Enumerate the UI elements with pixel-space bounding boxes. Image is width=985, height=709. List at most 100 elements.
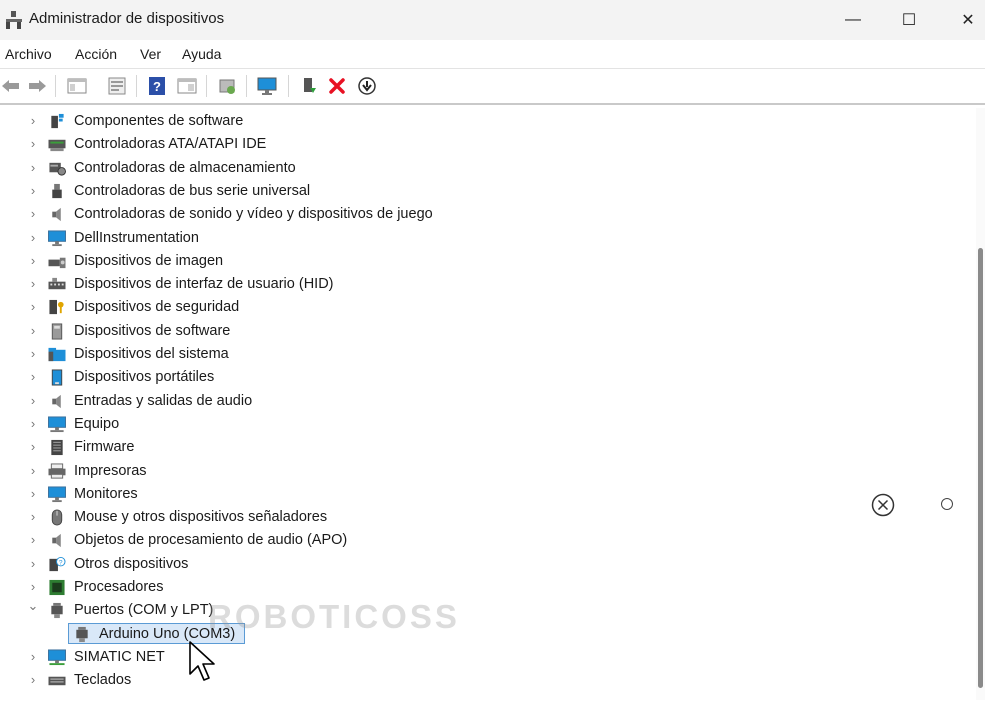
tree-item-label: Otros dispositivos: [74, 555, 189, 572]
speaker-icon: [52, 208, 61, 222]
tree-category-item[interactable]: › Componentes de software: [0, 110, 700, 133]
tree-item-label: Controladoras ATA/ATAPI IDE: [74, 136, 267, 153]
circle-outline-icon[interactable]: [941, 498, 953, 510]
title-bar: Administrador de dispositivos — ☐ ✕: [0, 0, 985, 40]
vertical-scrollbar[interactable]: [976, 108, 985, 700]
tree-item-label: Entradas y salidas de audio: [74, 392, 253, 409]
chevron-right-icon[interactable]: ›: [27, 415, 39, 433]
tree-item-label: Controladoras de bus serie universal: [74, 182, 311, 199]
network-icon: [48, 649, 66, 665]
toolbar-separator: [206, 75, 207, 97]
uninstall-icon[interactable]: [326, 75, 348, 97]
menu-ver[interactable]: Ver: [140, 46, 161, 62]
chevron-right-icon[interactable]: ›: [27, 135, 39, 153]
tree-category-item[interactable]: › Dispositivos de interfaz de usuario (HI…: [0, 273, 700, 296]
tree-category-item[interactable]: › Controladoras ATA/ATAPI IDE: [0, 133, 700, 156]
monitor-icon: [48, 229, 66, 246]
tree-category-item[interactable]: › Equipo: [0, 413, 700, 436]
scan-hardware-icon[interactable]: [216, 75, 238, 97]
view-icon[interactable]: [176, 75, 198, 97]
toolbar-separator: [136, 75, 137, 97]
tree-item-label: Controladoras de sonido y vídeo y dispos…: [74, 206, 433, 223]
chevron-right-icon[interactable]: ›: [27, 555, 39, 573]
tree-category-item[interactable]: › Monitores: [0, 483, 700, 506]
chevron-right-icon[interactable]: ›: [27, 229, 39, 247]
tree-item-label: Puertos (COM y LPT): [74, 602, 214, 619]
tree-category-item[interactable]: › Objetos de procesamiento de audio (APO): [0, 529, 700, 552]
tree-item-label: Objetos de procesamiento de audio (APO): [74, 532, 348, 549]
tree-category-item[interactable]: › Procesadores: [0, 576, 700, 599]
properties-icon[interactable]: [106, 75, 128, 97]
tree-category-item[interactable]: › Teclados: [0, 669, 700, 692]
tree-item-label: DellInstrumentation: [74, 229, 199, 246]
tree-category-item[interactable]: › Dispositivos de imagen: [0, 250, 700, 273]
camera-icon: [48, 257, 66, 268]
port-icon: [76, 626, 88, 642]
window-title: Administrador de dispositivos: [29, 10, 225, 27]
chevron-right-icon[interactable]: ›: [27, 392, 39, 410]
firmware-icon: [51, 440, 63, 456]
chevron-right-icon[interactable]: ›: [27, 531, 39, 549]
close-button[interactable]: ✕: [939, 0, 985, 40]
software-components-icon: [51, 113, 64, 129]
chevron-right-icon[interactable]: ›: [27, 322, 39, 340]
chevron-right-icon[interactable]: ›: [27, 578, 39, 596]
tree-item-label: Firmware: [74, 439, 135, 456]
chevron-right-icon[interactable]: ›: [27, 485, 39, 503]
add-driver-icon[interactable]: [298, 75, 320, 97]
chevron-right-icon[interactable]: ›: [27, 205, 39, 223]
maximize-button[interactable]: ☐: [880, 0, 938, 40]
svg-text:?: ?: [59, 559, 63, 566]
circle-close-icon[interactable]: [871, 493, 895, 517]
tree-category-item[interactable]: › Dispositivos de seguridad: [0, 296, 700, 319]
chevron-right-icon[interactable]: ›: [27, 252, 39, 270]
scrollbar-thumb[interactable]: [978, 248, 983, 688]
tree-category-item[interactable]: › Dispositivos del sistema: [0, 343, 700, 366]
help-icon[interactable]: ?: [146, 75, 168, 97]
chevron-right-icon[interactable]: ›: [27, 438, 39, 456]
computer-icon: [48, 416, 66, 432]
chevron-right-icon[interactable]: ›: [27, 368, 39, 386]
chevron-right-icon[interactable]: ›: [27, 275, 39, 293]
minimize-button[interactable]: —: [824, 0, 882, 40]
tree-category-item[interactable]: › Mouse y otros dispositivos señaladores: [0, 506, 700, 529]
tree-item-label: Componentes de software: [74, 113, 244, 129]
chevron-right-icon[interactable]: ›: [27, 508, 39, 526]
tree-category-item[interactable]: › Firmware: [0, 436, 700, 459]
chevron-right-icon[interactable]: ›: [27, 648, 39, 666]
console-tree-icon[interactable]: [66, 75, 88, 97]
toolbar-separator: [246, 75, 247, 97]
software-device-icon: [51, 323, 63, 340]
menu-archivo[interactable]: Archivo: [5, 46, 52, 62]
forward-icon[interactable]: [26, 75, 48, 97]
chevron-right-icon[interactable]: ›: [27, 159, 39, 177]
disable-icon[interactable]: [356, 75, 378, 97]
chevron-right-icon[interactable]: ›: [27, 298, 39, 316]
chevron-down-icon[interactable]: ⌄: [27, 597, 39, 615]
menu-bar: Archivo Acción Ver Ayuda: [0, 40, 985, 69]
processor-icon: [49, 579, 65, 596]
tree-category-item[interactable]: › SIMATIC NET: [0, 646, 700, 669]
menu-accion[interactable]: Acción: [75, 46, 117, 62]
tree-item-label: Dispositivos de interfaz de usuario (HID…: [74, 276, 334, 293]
menu-ayuda[interactable]: Ayuda: [182, 46, 221, 62]
tree-item-label: Teclados: [74, 672, 132, 689]
tree-category-item[interactable]: › Dispositivos de software: [0, 320, 700, 343]
monitor-icon[interactable]: [256, 75, 278, 97]
tree-category-item[interactable]: › Dispositivos portátiles: [0, 366, 700, 389]
chevron-right-icon[interactable]: ›: [27, 112, 39, 130]
back-icon[interactable]: [0, 75, 22, 97]
tree-category-item[interactable]: › Controladoras de almacenamiento: [0, 157, 700, 180]
chevron-right-icon[interactable]: ›: [27, 462, 39, 480]
tree-category-item[interactable]: › Entradas y salidas de audio: [0, 390, 700, 413]
tree-category-item[interactable]: › DellInstrumentation: [0, 227, 700, 250]
chevron-right-icon[interactable]: ›: [27, 671, 39, 689]
tree-category-item[interactable]: › Impresoras: [0, 460, 700, 483]
chevron-right-icon[interactable]: ›: [27, 182, 39, 200]
tree-category-item[interactable]: ›? Otros dispositivos: [0, 553, 700, 576]
tree-category-item[interactable]: › Controladoras de bus serie universal: [0, 180, 700, 203]
usb-icon: [52, 183, 62, 199]
tree-category-item[interactable]: › Controladoras de sonido y vídeo y dispo…: [0, 203, 700, 226]
watermark: ROBOTICOSS: [208, 598, 460, 635]
chevron-right-icon[interactable]: ›: [27, 345, 39, 363]
